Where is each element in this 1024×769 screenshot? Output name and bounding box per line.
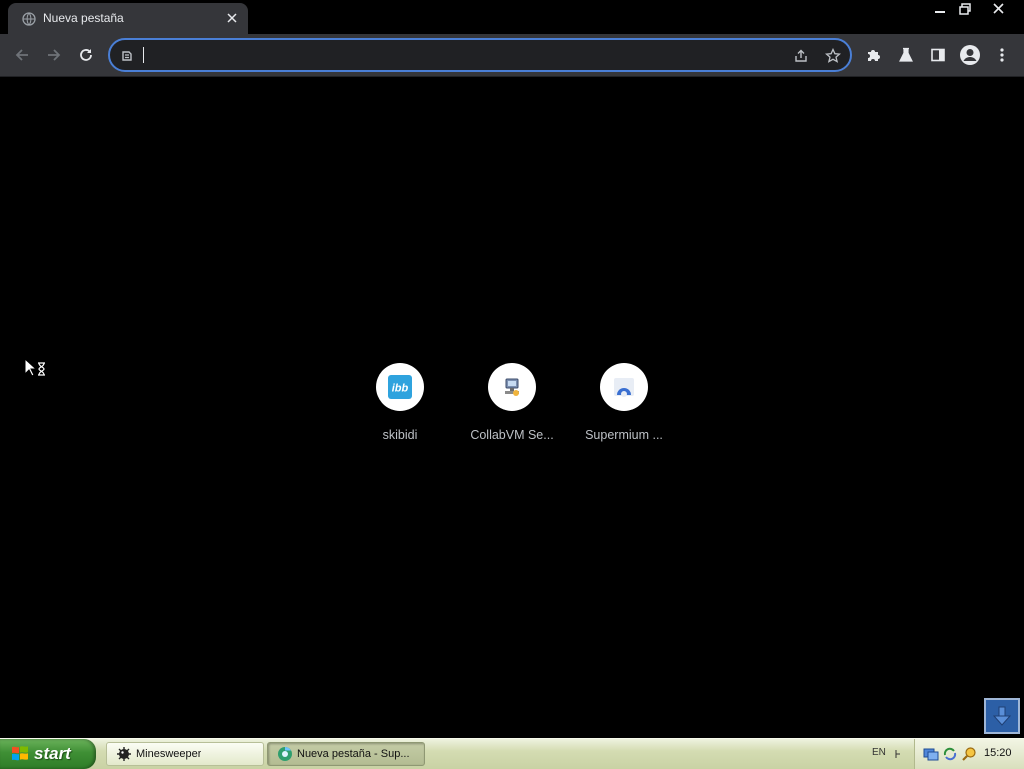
input-indicator-icon bbox=[895, 750, 900, 758]
supermium-icon bbox=[278, 747, 292, 761]
forward-arrow-icon bbox=[48, 49, 61, 61]
share-icon bbox=[795, 49, 807, 62]
browser-toolbar bbox=[0, 34, 1024, 77]
page-info-icon[interactable] bbox=[119, 47, 135, 63]
download-arrow-icon bbox=[992, 706, 1012, 726]
back-arrow-icon bbox=[15, 49, 28, 61]
shortcut-tile[interactable]: Supermium ... bbox=[568, 363, 680, 443]
download-indicator[interactable] bbox=[984, 698, 1020, 734]
ibb-icon-text: ibb bbox=[392, 383, 409, 395]
shortcut-icon-circle: ibb bbox=[376, 363, 424, 411]
taskbar-item-minesweeper[interactable]: Minesweeper bbox=[106, 742, 264, 766]
start-button[interactable]: start bbox=[0, 739, 96, 769]
side-panel-icon bbox=[931, 48, 945, 62]
window-close-button[interactable] bbox=[978, 0, 1018, 17]
forward-button[interactable] bbox=[42, 43, 66, 67]
globe-icon bbox=[22, 12, 36, 26]
share-button[interactable] bbox=[790, 45, 812, 67]
shortcut-icon-circle bbox=[600, 363, 648, 411]
system-tray: 15:20 bbox=[914, 739, 1024, 769]
tab-strip: Nueva pestaña bbox=[0, 0, 1024, 34]
reload-button[interactable] bbox=[74, 43, 98, 67]
profile-button[interactable] bbox=[958, 43, 982, 67]
page-info-glyph-icon bbox=[122, 51, 132, 61]
ibb-icon: ibb bbox=[388, 375, 412, 399]
text-caret bbox=[143, 47, 144, 63]
bookmark-button[interactable] bbox=[822, 45, 844, 67]
close-icon bbox=[227, 13, 237, 23]
task-label: Nueva pestaña - Sup... bbox=[297, 748, 410, 760]
tab-title: Nueva pestaña bbox=[43, 11, 124, 25]
tab-nueva-pestana[interactable]: Nueva pestaña bbox=[8, 3, 248, 34]
task-label: Minesweeper bbox=[136, 748, 202, 760]
close-icon bbox=[992, 3, 1004, 14]
back-button[interactable] bbox=[10, 43, 34, 67]
star-icon bbox=[825, 48, 841, 63]
side-panel-button[interactable] bbox=[926, 43, 950, 67]
sync-icon[interactable] bbox=[942, 746, 958, 762]
search-icon[interactable] bbox=[961, 746, 977, 762]
taskbar-item-browser[interactable]: Nueva pestaña - Sup... bbox=[267, 742, 425, 766]
kebab-menu-icon bbox=[1000, 48, 1004, 62]
address-input[interactable] bbox=[142, 44, 762, 66]
menu-button[interactable] bbox=[990, 43, 1014, 67]
shortcut-tile[interactable]: ibb skibidi bbox=[344, 363, 456, 443]
shortcut-icon-circle bbox=[488, 363, 536, 411]
minimize-button[interactable] bbox=[928, 0, 952, 17]
profile-icon bbox=[960, 45, 980, 65]
collabvm-icon bbox=[505, 378, 519, 396]
start-label: start bbox=[34, 744, 71, 763]
shortcut-tile[interactable]: CollabVM Se... bbox=[456, 363, 568, 443]
restore-icon bbox=[959, 2, 971, 15]
supermium-icon bbox=[614, 378, 634, 397]
language-indicator[interactable]: EN bbox=[872, 747, 886, 758]
minesweeper-icon bbox=[117, 747, 131, 761]
restore-button[interactable] bbox=[953, 0, 977, 17]
address-bar[interactable] bbox=[108, 38, 852, 72]
windows-logo-icon bbox=[12, 746, 28, 761]
shortcut-label: Supermium ... bbox=[585, 428, 663, 442]
flask-icon bbox=[899, 47, 913, 62]
taskbar: start Minesweeper Nueva pestaña - Sup...… bbox=[0, 738, 1024, 769]
new-tab-page: ibb skibidi CollabVM Se... Supermium ... bbox=[0, 77, 1024, 738]
clock[interactable]: 15:20 bbox=[984, 747, 1012, 759]
shortcut-label: skibidi bbox=[382, 428, 418, 442]
puzzle-icon bbox=[868, 50, 880, 61]
network-icon[interactable] bbox=[923, 746, 939, 762]
reload-icon bbox=[80, 49, 92, 61]
labs-button[interactable] bbox=[894, 43, 918, 67]
extensions-button[interactable] bbox=[862, 43, 886, 67]
busy-cursor-icon bbox=[24, 358, 45, 377]
tab-close-button[interactable] bbox=[224, 10, 240, 26]
shortcut-label: CollabVM Se... bbox=[470, 428, 554, 442]
minimize-icon bbox=[935, 10, 945, 13]
